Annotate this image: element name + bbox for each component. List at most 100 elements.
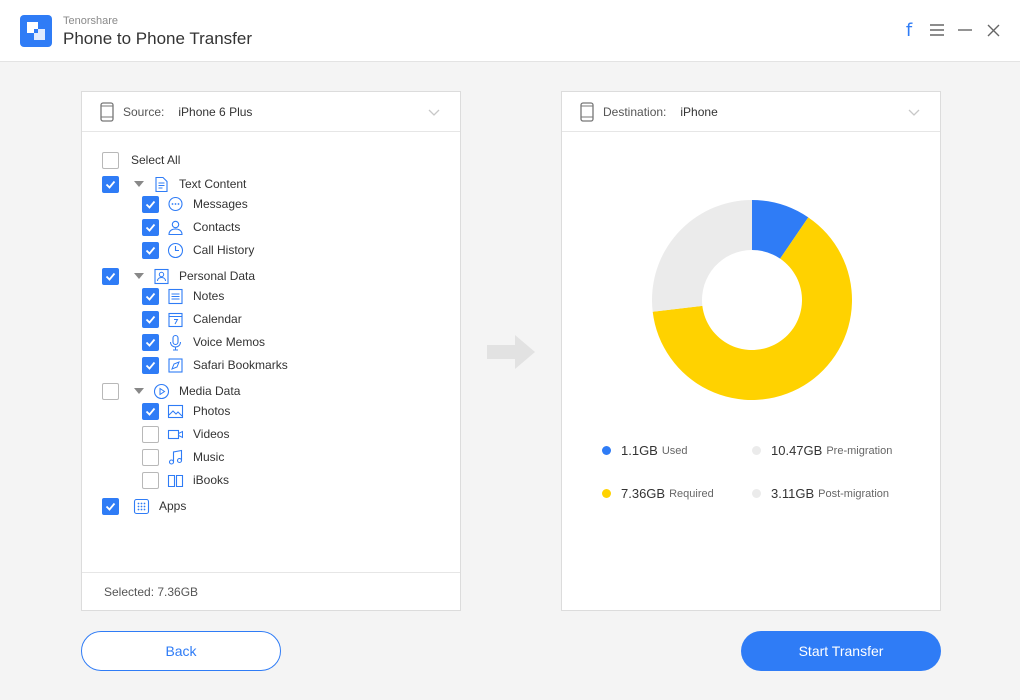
- collapse-triangle-icon[interactable]: [134, 273, 144, 279]
- item-label: Music: [193, 450, 225, 464]
- item-checkbox[interactable]: [142, 425, 159, 443]
- item-checkbox[interactable]: [142, 471, 159, 489]
- group-checkbox[interactable]: [102, 267, 119, 285]
- book-icon: [167, 472, 184, 489]
- item-checkbox[interactable]: [142, 241, 159, 259]
- group-apps[interactable]: Apps: [102, 496, 186, 516]
- item-checkbox[interactable]: [142, 402, 159, 420]
- item-checkbox[interactable]: [142, 356, 159, 374]
- menu-icon[interactable]: [928, 20, 946, 40]
- chevron-down-icon[interactable]: [428, 106, 440, 118]
- item-label: Videos: [193, 427, 230, 441]
- legend-dot: [752, 446, 761, 455]
- item-checkbox[interactable]: [142, 333, 159, 351]
- source-device-name: iPhone 6 Plus: [178, 104, 253, 119]
- storage-donut-chart: [652, 200, 852, 400]
- destination-label: Destination:: [603, 104, 667, 119]
- group-label: Apps: [159, 499, 187, 513]
- close-icon[interactable]: [984, 20, 1002, 40]
- message-icon: [167, 196, 184, 213]
- back-button[interactable]: Back: [81, 631, 281, 671]
- legend-pre-migration: 10.47GB Pre-migration: [752, 443, 892, 458]
- group-personal-data[interactable]: Personal Data: [102, 266, 255, 286]
- destination-panel: Destination: iPhone 1.1GB Used 10.47GB P…: [561, 91, 941, 611]
- item-label: Voice Memos: [193, 335, 266, 349]
- item-notes[interactable]: Notes: [142, 286, 224, 306]
- legend-value: 10.47GB: [771, 443, 823, 458]
- notes-icon: [167, 288, 184, 305]
- item-checkbox[interactable]: [142, 310, 159, 328]
- image-icon: [167, 403, 184, 420]
- document-icon: [153, 176, 170, 193]
- start-transfer-button[interactable]: Start Transfer: [741, 631, 941, 671]
- legend-value: 7.36GB: [621, 486, 666, 501]
- destination-device-name: iPhone: [680, 104, 718, 119]
- source-panel: Source: iPhone 6 Plus Select All Text Co…: [81, 91, 461, 611]
- item-messages[interactable]: Messages: [142, 194, 248, 214]
- play-icon: [153, 383, 170, 400]
- legend-value: 1.1GB: [621, 443, 658, 458]
- item-checkbox[interactable]: [142, 195, 159, 213]
- video-icon: [167, 426, 184, 443]
- legend-post-migration: 3.11GB Post-migration: [752, 486, 889, 501]
- source-label: Source:: [123, 104, 165, 119]
- item-voice-memos[interactable]: Voice Memos: [142, 332, 265, 352]
- legend-dot: [602, 489, 611, 498]
- destination-device-selector[interactable]: Destination: iPhone: [562, 92, 940, 132]
- item-safari-bookmarks[interactable]: Safari Bookmarks: [142, 355, 288, 375]
- item-label: Calendar: [193, 312, 242, 326]
- group-checkbox[interactable]: [102, 497, 119, 515]
- group-label: Media Data: [179, 384, 241, 398]
- legend-dot: [752, 489, 761, 498]
- item-music[interactable]: Music: [142, 447, 224, 467]
- app-title: Phone to Phone Transfer: [63, 29, 253, 48]
- item-checkbox[interactable]: [142, 287, 159, 305]
- contact-icon: [167, 219, 184, 236]
- group-text-content[interactable]: Text Content: [102, 174, 246, 194]
- group-checkbox[interactable]: [102, 175, 119, 193]
- calendar-icon: [167, 311, 184, 328]
- title-bar: Tenorshare Phone to Phone Transfer f: [0, 0, 1020, 62]
- legend-value: 3.11GB: [771, 486, 815, 501]
- collapse-triangle-icon[interactable]: [134, 181, 144, 187]
- item-photos[interactable]: Photos: [142, 401, 230, 421]
- group-label: Text Content: [179, 177, 247, 191]
- item-label: Contacts: [193, 220, 241, 234]
- item-checkbox[interactable]: [142, 218, 159, 236]
- item-label: Call History: [193, 243, 255, 257]
- item-label: iBooks: [193, 473, 230, 487]
- chevron-down-icon[interactable]: [908, 106, 920, 118]
- item-calendar[interactable]: Calendar: [142, 309, 242, 329]
- legend-label: Post-migration: [818, 487, 890, 500]
- select-all-label: Select All: [131, 153, 181, 167]
- item-label: Photos: [193, 404, 231, 418]
- window-controls: f: [900, 20, 1002, 41]
- item-label: Notes: [193, 289, 225, 303]
- compass-icon: [167, 357, 184, 374]
- item-call-history[interactable]: Call History: [142, 240, 254, 260]
- group-label: Personal Data: [179, 269, 256, 283]
- source-device-selector[interactable]: Source: iPhone 6 Plus: [82, 92, 460, 132]
- legend-dot: [602, 446, 611, 455]
- data-type-tree: Select All Text Content Messages Contact…: [82, 132, 460, 572]
- select-all-row[interactable]: Select All: [102, 150, 180, 170]
- legend-label: Required: [669, 487, 714, 500]
- apps-grid-icon: [133, 498, 150, 515]
- item-contacts[interactable]: Contacts: [142, 217, 240, 237]
- group-media-data[interactable]: Media Data: [102, 381, 240, 401]
- group-checkbox[interactable]: [102, 382, 119, 400]
- clock-icon: [167, 242, 184, 259]
- phone-icon: [100, 101, 114, 122]
- item-checkbox[interactable]: [142, 448, 159, 466]
- donut-segment-free: [652, 200, 752, 312]
- facebook-icon[interactable]: f: [900, 20, 918, 41]
- select-all-checkbox[interactable]: [102, 151, 119, 169]
- item-videos[interactable]: Videos: [142, 424, 229, 444]
- collapse-triangle-icon[interactable]: [134, 388, 144, 394]
- item-ibooks[interactable]: iBooks: [142, 470, 229, 490]
- selected-size: Selected: 7.36GB: [82, 572, 460, 610]
- music-icon: [167, 449, 184, 466]
- phone-icon: [580, 101, 594, 122]
- minimize-icon[interactable]: [956, 20, 974, 40]
- legend-label: Pre-migration: [826, 444, 893, 457]
